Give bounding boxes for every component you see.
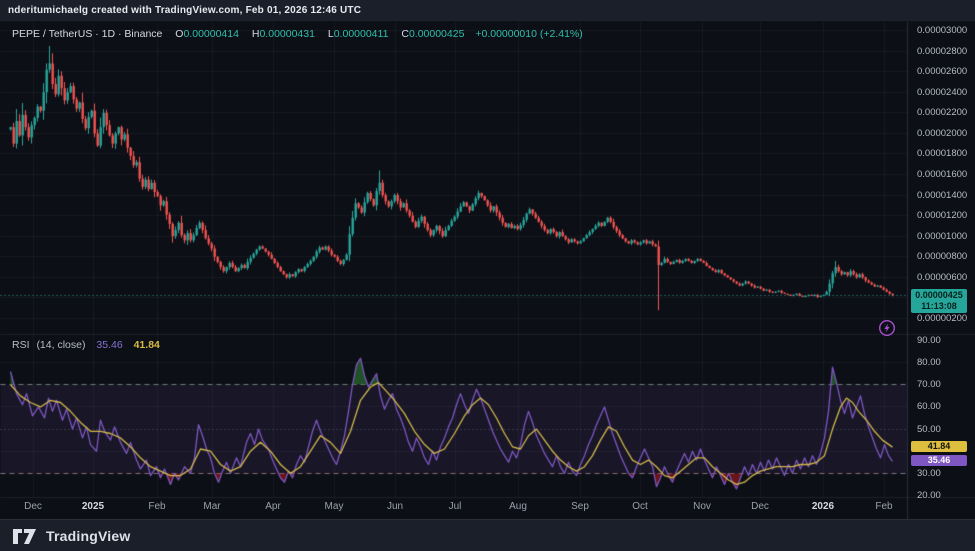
rsi-tick-label: 20.00	[917, 490, 941, 501]
bar-countdown: 11:13:08	[911, 301, 967, 312]
price-tick-label: 0.00001200	[917, 210, 967, 221]
rsi-legend: RSI (14, close) 35.46 41.84	[12, 339, 160, 351]
rsi-tick-label: 60.00	[917, 401, 941, 412]
price-tick-label: 0.00002600	[917, 66, 967, 77]
rsi-tick-label: 80.00	[917, 357, 941, 368]
open-value: 0.00000414	[183, 28, 238, 40]
time-tick-label: Dec	[751, 501, 769, 512]
time-tick-label: Sep	[571, 501, 589, 512]
time-tick-label: Dec	[24, 501, 42, 512]
time-tick-label: 2026	[812, 501, 834, 512]
time-tick-label: Feb	[148, 501, 165, 512]
price-tick-label: 0.00000200	[917, 313, 967, 324]
time-tick-label: Feb	[875, 501, 892, 512]
lightning-icon	[878, 319, 896, 337]
rsi-name: RSI	[12, 339, 30, 351]
price-tick-label: 0.00002200	[917, 107, 967, 118]
time-tick-label: Nov	[693, 501, 711, 512]
price-tick-label: 0.00000600	[917, 272, 967, 283]
close-value: 0.00000425	[409, 28, 464, 40]
attribution-bar: nderitumichaelg created with TradingView…	[0, 0, 975, 22]
change-value: +0.00000010 (+2.41%)	[475, 28, 582, 40]
chart-canvas[interactable]	[0, 0, 975, 551]
time-tick-label: Oct	[632, 501, 648, 512]
price-tick-label: 0.00002000	[917, 128, 967, 139]
footer-bar: TradingView	[0, 519, 975, 551]
close-label: C	[401, 28, 409, 40]
rsi-ma-label: 41.84	[911, 441, 967, 452]
price-tick-label: 0.00001000	[917, 231, 967, 242]
attribution-text: nderitumichaelg created with TradingView…	[8, 5, 361, 16]
time-tick-label: Apr	[265, 501, 281, 512]
rsi-ma-value: 41.84	[134, 339, 160, 351]
rsi-tick-label: 90.00	[917, 335, 941, 346]
tradingview-brand[interactable]: TradingView	[46, 528, 130, 544]
time-tick-label: May	[325, 501, 344, 512]
high-value: 0.00000431	[259, 28, 314, 40]
boost-button[interactable]	[878, 319, 896, 337]
price-tick-label: 0.00001600	[917, 169, 967, 180]
low-value: 0.00000411	[334, 28, 389, 40]
rsi-value: 35.46	[96, 339, 122, 351]
last-price-label: 0.00000425 11:13:08	[911, 289, 967, 313]
price-tick-label: 0.00002400	[917, 87, 967, 98]
time-tick-label: Jun	[387, 501, 403, 512]
time-tick-label: Mar	[203, 501, 220, 512]
last-price-value: 0.00000425	[911, 290, 967, 301]
rsi-tick-label: 30.00	[917, 468, 941, 479]
rsi-tick-label: 50.00	[917, 424, 941, 435]
rsi-tick-label: 70.00	[917, 379, 941, 390]
rsi-value-label: 35.46	[911, 455, 967, 466]
symbol-legend: PEPE / TetherUS · 1D · Binance O0.000004…	[12, 28, 583, 40]
price-tick-label: 0.00000800	[917, 251, 967, 262]
price-tick-label: 0.00003000	[917, 25, 967, 36]
time-tick-label: Aug	[509, 501, 527, 512]
price-tick-label: 0.00002800	[917, 46, 967, 57]
time-tick-label: Jul	[449, 501, 462, 512]
rsi-params: (14, close)	[36, 339, 85, 351]
price-tick-label: 0.00001800	[917, 148, 967, 159]
price-tick-label: 0.00001400	[917, 190, 967, 201]
tradingview-logo-icon[interactable]	[12, 528, 38, 545]
tradingview-snapshot: nderitumichaelg created with TradingView…	[0, 0, 975, 551]
symbol-title: PEPE / TetherUS · 1D · Binance	[12, 28, 162, 40]
time-tick-label: 2025	[82, 501, 104, 512]
